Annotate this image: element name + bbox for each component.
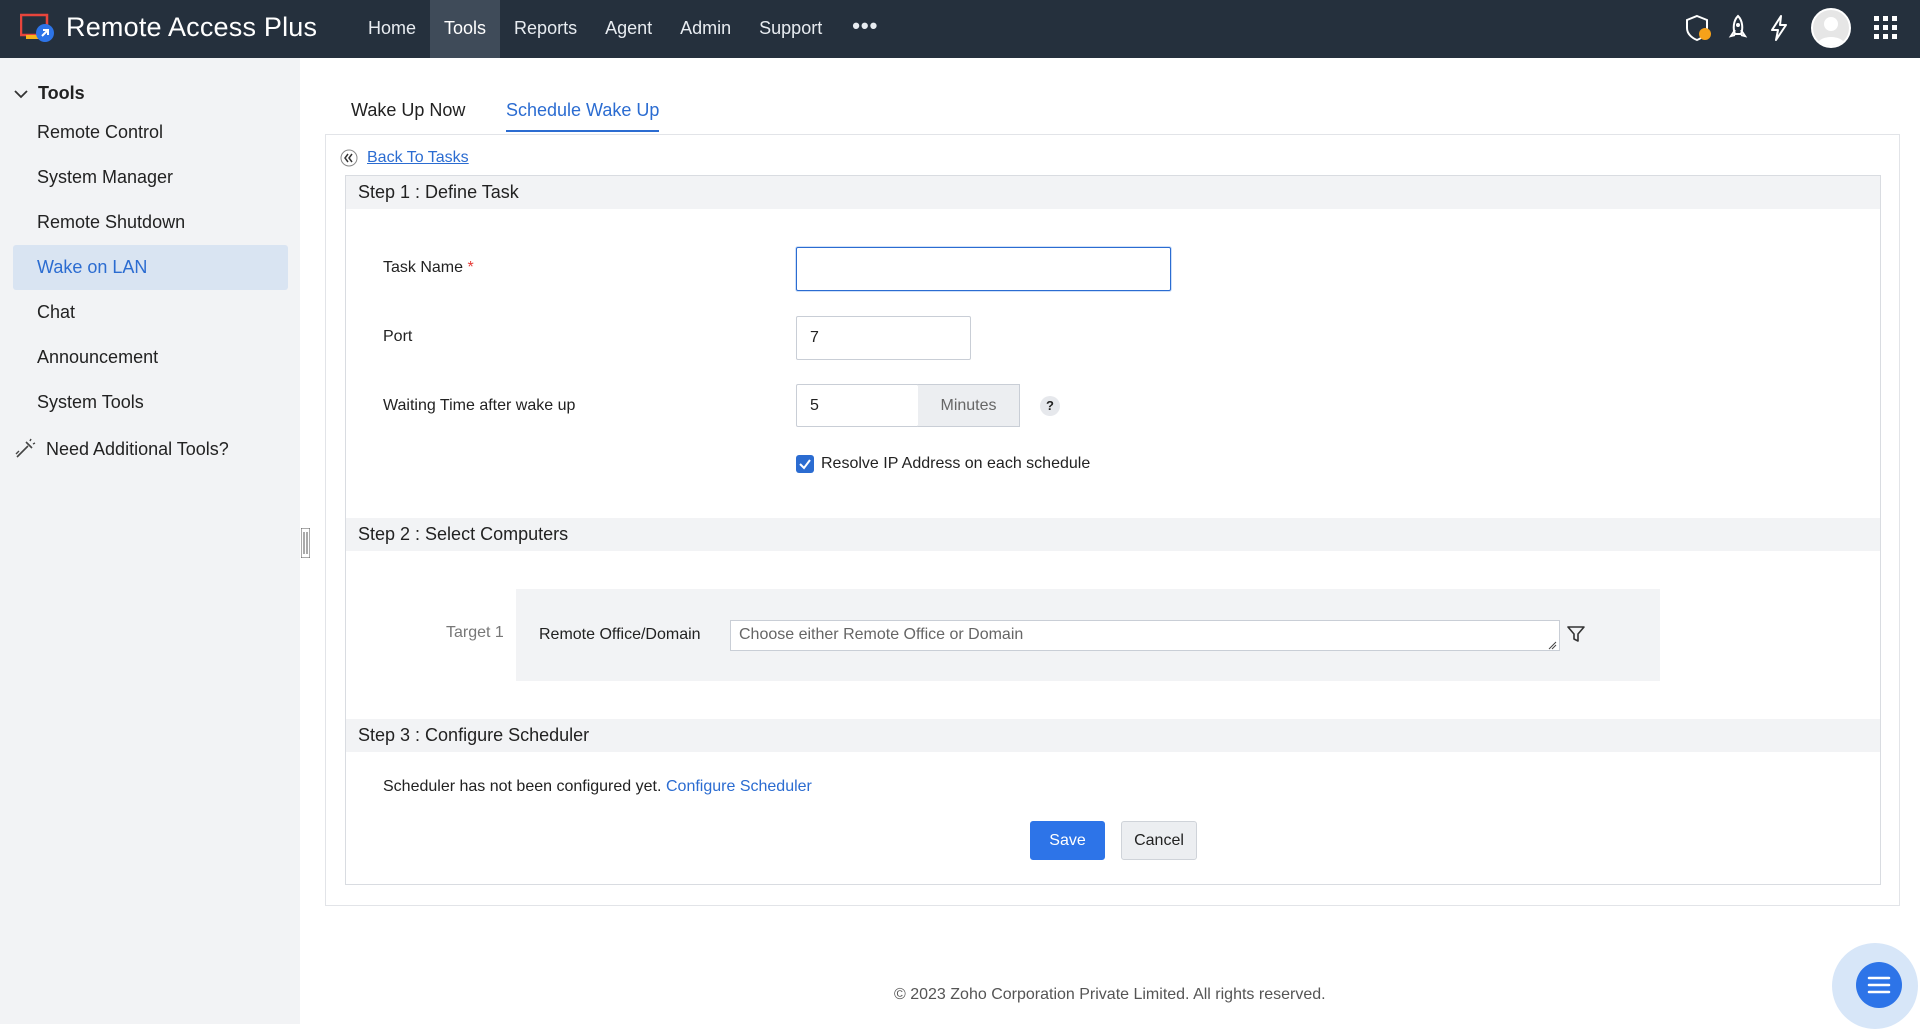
step1-header: Step 1 : Define Task [346,176,1880,209]
target-1-label: Target 1 [446,624,504,641]
sidebar-section-tools[interactable]: Tools [14,83,85,104]
task-name-input[interactable] [796,247,1171,291]
app-logo-icon[interactable] [20,13,56,43]
task-name-label-text: Task Name [383,259,464,276]
sidebar-item-remote-shutdown[interactable]: Remote Shutdown [13,200,288,245]
nav-reports[interactable]: Reports [500,0,591,58]
checkmark-icon [799,459,811,470]
main-nav: Home Tools Reports Agent Admin Support •… [354,0,894,58]
task-name-label: Task Name * [383,259,474,277]
need-additional-tools-link[interactable]: Need Additional Tools? [14,438,229,460]
port-input[interactable]: 7 [796,316,971,360]
hamburger-icon [1867,976,1891,994]
footer-copyright: © 2023 Zoho Corporation Private Limited.… [894,986,1326,1003]
sidebar-item-announcement[interactable]: Announcement [13,335,288,380]
shield-alert-icon[interactable] [1682,12,1714,44]
user-avatar[interactable] [1811,8,1851,48]
tab-schedule-wake-up[interactable]: Schedule Wake Up [506,100,660,132]
sidebar: Tools Remote Control System Manager Remo… [0,58,300,1024]
scheduler-status-text: Scheduler has not been configured yet. [383,778,662,795]
tools-wand-icon [15,438,36,458]
tab-wake-up-now[interactable]: Wake Up Now [351,100,465,130]
waiting-time-label: Waiting Time after wake up [383,397,576,414]
resize-handle-icon[interactable] [1547,640,1557,650]
apps-grid-icon[interactable] [1870,12,1902,44]
save-button[interactable]: Save [1030,821,1105,860]
sidebar-resize-handle[interactable] [301,528,310,558]
sidebar-item-wake-on-lan[interactable]: Wake on LAN [13,245,288,290]
sidebar-section-label: Tools [38,83,85,103]
lightning-icon[interactable] [1763,12,1795,44]
nav-tools[interactable]: Tools [430,0,501,58]
top-bar: Remote Access Plus Home Tools Reports Ag… [0,0,1920,58]
nav-home[interactable]: Home [354,0,430,58]
required-mark: * [467,259,474,276]
back-to-tasks-label: Back To Tasks [367,149,469,166]
port-label: Port [383,328,413,345]
resolve-ip-label[interactable]: Resolve IP Address on each schedule [821,455,1090,473]
remote-office-domain-label: Remote Office/Domain [539,626,701,643]
app-title[interactable]: Remote Access Plus [66,12,317,43]
nav-admin[interactable]: Admin [666,0,745,58]
step3-header: Step 3 : Configure Scheduler [346,719,1880,752]
more-menu-icon[interactable]: ••• [836,0,894,58]
step2-header: Step 2 : Select Computers [346,518,1880,551]
filter-icon[interactable] [1566,624,1586,644]
remote-office-domain-input[interactable]: Choose either Remote Office or Domain [730,620,1560,651]
resolve-ip-checkbox[interactable] [796,455,814,473]
sidebar-item-chat[interactable]: Chat [13,290,288,335]
sidebar-item-remote-control[interactable]: Remote Control [13,110,288,155]
user-icon [1817,17,1845,46]
minutes-unit-label: Minutes [918,384,1020,427]
sidebar-item-system-manager[interactable]: System Manager [13,155,288,200]
nav-support[interactable]: Support [745,0,836,58]
sidebar-item-system-tools[interactable]: System Tools [13,380,288,425]
chevron-down-icon [14,89,28,98]
back-to-tasks-link[interactable]: Back To Tasks [340,149,469,167]
rocket-icon[interactable] [1722,12,1754,44]
cancel-button[interactable]: Cancel [1121,821,1197,860]
configure-scheduler-link[interactable]: Configure Scheduler [666,778,812,796]
need-additional-tools-label: Need Additional Tools? [46,438,229,459]
nav-agent[interactable]: Agent [591,0,666,58]
help-icon[interactable]: ? [1040,396,1060,416]
double-chevron-left-icon [340,149,358,167]
floating-menu-inner[interactable] [1856,962,1902,1008]
waiting-time-input[interactable]: 5 [796,384,919,427]
